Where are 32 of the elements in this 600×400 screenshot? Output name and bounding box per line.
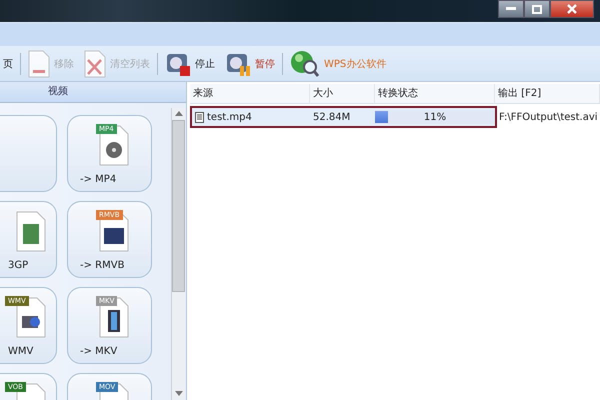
table-cell-text: F:\FFOutput\test.avi	[498, 112, 599, 122]
table-row[interactable]: test.mp4 52.84M 11%	[190, 106, 497, 128]
format-label: 3GP	[7, 260, 28, 271]
format-label: -> MP4	[79, 174, 116, 185]
table-cell-text: 52.84M	[312, 112, 352, 122]
globe-magnifier-icon	[290, 50, 320, 78]
format-label: WMV	[7, 346, 34, 357]
toolbar-button[interactable]: 页	[0, 48, 16, 80]
toolbar-button[interactable]: 停止	[162, 48, 218, 80]
close-icon	[567, 4, 577, 14]
column-header[interactable]: 转换状态	[375, 84, 495, 103]
scroll-up-icon	[174, 111, 182, 116]
format-label: -> RMVB	[79, 260, 124, 271]
format-label: -> MKV	[79, 346, 118, 357]
table-cell: test.mp4	[207, 112, 252, 122]
format-card[interactable]: 3GP	[0, 201, 57, 278]
file-icon	[195, 112, 204, 122]
maximize-button[interactable]	[524, 0, 550, 18]
document-icon	[84, 50, 106, 78]
scroll-down-icon	[174, 391, 182, 396]
progress-text: 11%	[422, 112, 448, 122]
toolbar-button[interactable]: 暂停	[222, 48, 278, 80]
close-button[interactable]	[550, 0, 594, 18]
column-header[interactable]: 来源	[190, 84, 310, 103]
video-tab[interactable]: 视频	[0, 82, 186, 103]
document-icon	[28, 50, 50, 78]
column-header[interactable]: 大小	[310, 84, 375, 103]
minimize-button[interactable]	[498, 0, 524, 18]
minimize-icon	[506, 7, 516, 11]
column-header[interactable]: 输出 [F2]	[495, 84, 600, 103]
scrollbar[interactable]	[171, 108, 185, 400]
maximize-icon	[532, 4, 542, 14]
